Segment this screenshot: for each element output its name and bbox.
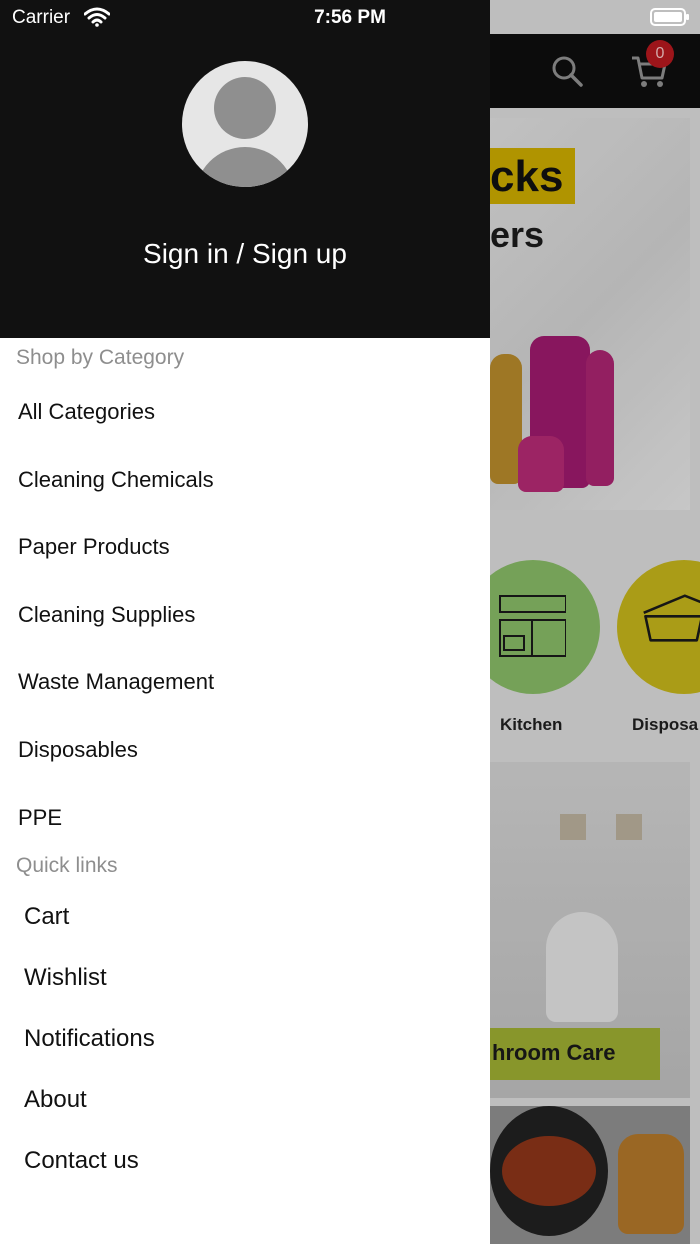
category-ppe[interactable]: PPE xyxy=(18,805,62,831)
avatar-head xyxy=(214,77,276,139)
quick-link-contact-us[interactable]: Contact us xyxy=(24,1147,139,1175)
drawer-header: Sign in / Sign up xyxy=(0,0,490,338)
quick-links-title: Quick links xyxy=(16,854,118,877)
status-bar: Carrier 7:56 PM xyxy=(0,0,700,34)
sign-in-button[interactable]: Sign in / Sign up xyxy=(0,238,490,270)
avatar-body xyxy=(195,147,295,187)
quick-link-wishlist[interactable]: Wishlist xyxy=(24,964,107,992)
category-waste-management[interactable]: Waste Management xyxy=(18,669,214,695)
category-paper-products[interactable]: Paper Products xyxy=(18,534,170,560)
quick-link-about[interactable]: About xyxy=(24,1086,87,1114)
category-cleaning-chemicals[interactable]: Cleaning Chemicals xyxy=(18,467,214,493)
quick-link-cart[interactable]: Cart xyxy=(24,903,69,931)
category-cleaning-supplies[interactable]: Cleaning Supplies xyxy=(18,602,195,628)
clock: 7:56 PM xyxy=(314,7,386,28)
avatar[interactable] xyxy=(182,61,308,187)
quick-link-notifications[interactable]: Notifications xyxy=(24,1025,155,1053)
category-all[interactable]: All Categories xyxy=(18,399,155,425)
shop-by-category-title: Shop by Category xyxy=(16,346,185,369)
battery-icon xyxy=(650,8,689,26)
category-disposables[interactable]: Disposables xyxy=(18,737,138,763)
navigation-drawer: Sign in / Sign up Shop by Category All C… xyxy=(0,0,490,1244)
